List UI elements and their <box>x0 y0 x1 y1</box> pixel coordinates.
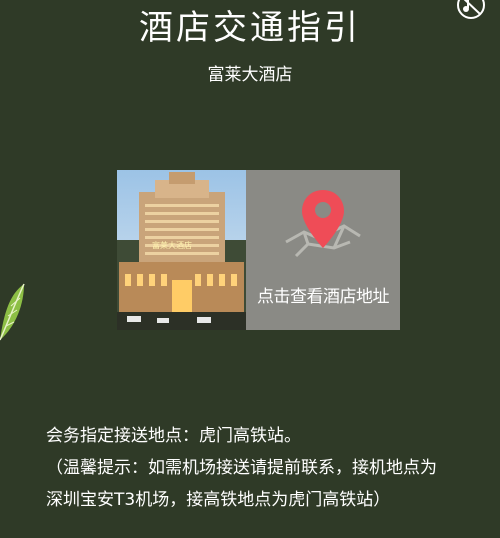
map-pin-icon <box>285 190 361 258</box>
transport-info: 会务指定接送地点：虎门高铁站。 （温馨提示：如需机场接送请提前联系，接机地点为 … <box>46 420 486 516</box>
view-address-link[interactable]: 点击查看酒店地址 <box>246 282 400 307</box>
leaf-decoration-icon <box>0 282 26 342</box>
hotel-photo: 富莱大酒店 <box>117 170 246 330</box>
tip-line-1: （温馨提示：如需机场接送请提前联系，接机地点为 <box>46 458 437 478</box>
hotel-location-card[interactable]: 富莱大酒店 点击查看酒店地址 <box>117 170 400 330</box>
hotel-name: 富莱大酒店 <box>207 65 293 85</box>
tip-line-2: 深圳宝安T3机场，接高铁地点为虎门高铁站） <box>46 490 391 510</box>
meeting-point-text: 会务指定接送地点：虎门高铁站。 <box>46 426 301 446</box>
hotel-sign-text: 富莱大酒店 <box>152 240 192 250</box>
music-icon[interactable] <box>456 0 486 22</box>
map-panel[interactable]: 点击查看酒店地址 <box>246 170 400 330</box>
page-title: 酒店交通指引 <box>139 8 361 48</box>
